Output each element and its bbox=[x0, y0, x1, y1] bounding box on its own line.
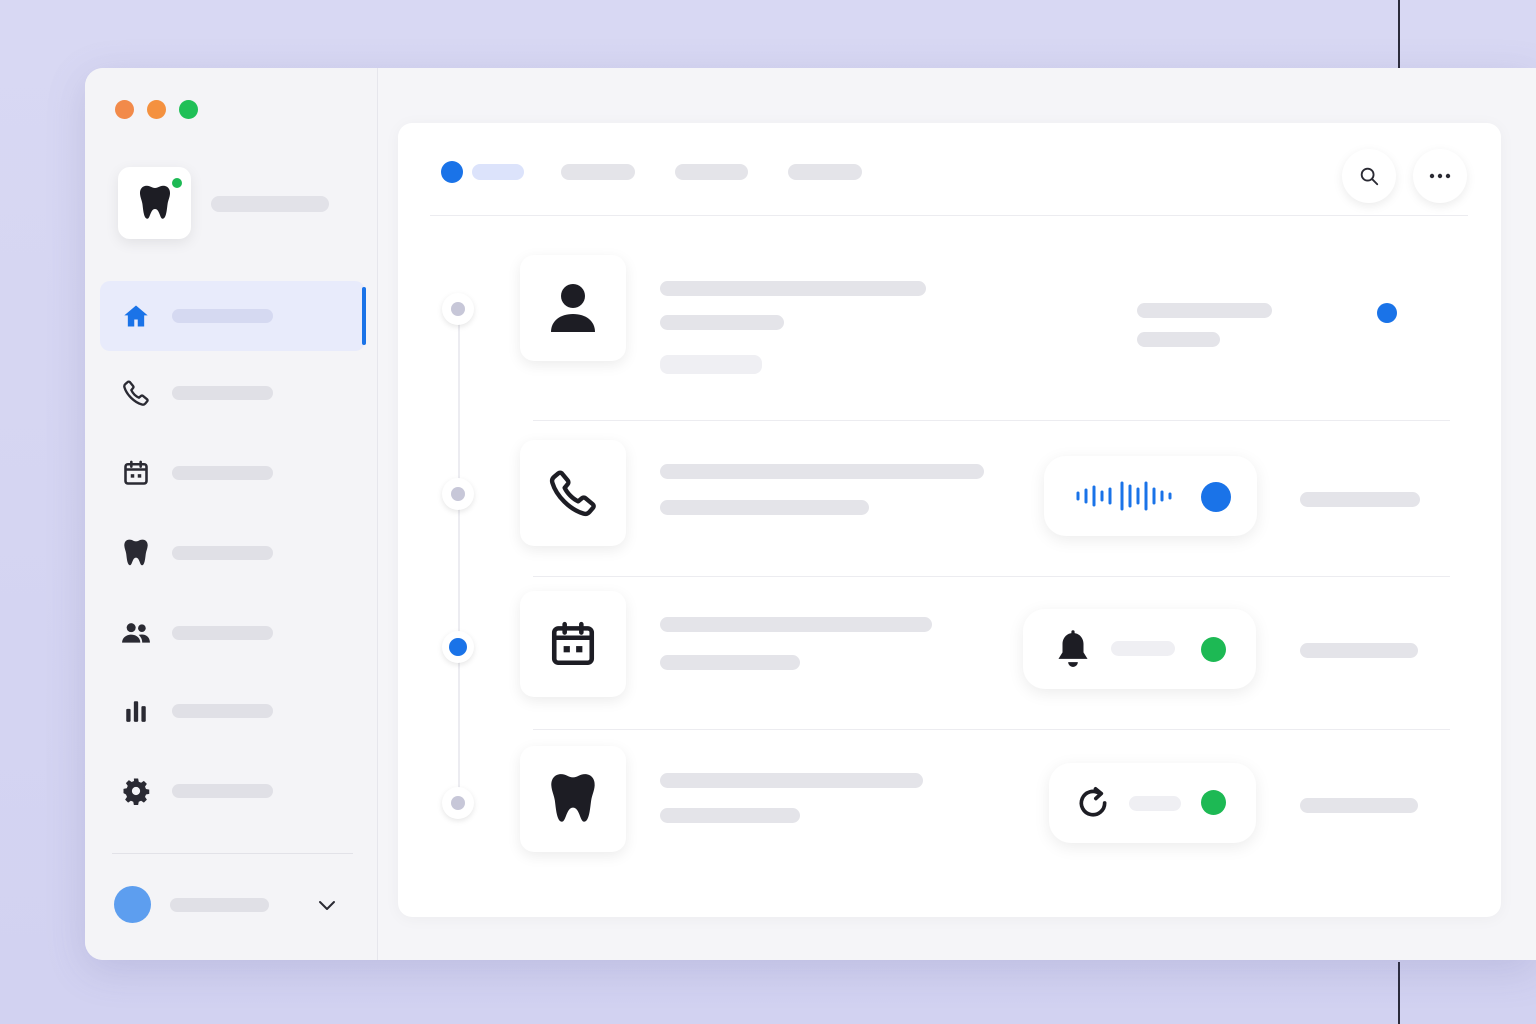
tab-active-dot bbox=[441, 161, 463, 183]
chevron-down-icon[interactable] bbox=[316, 894, 338, 916]
phone-icon bbox=[549, 470, 596, 517]
sidebar-item-label bbox=[172, 784, 273, 798]
background-edge-line bbox=[1398, 962, 1400, 1024]
voice-recording-widget[interactable] bbox=[1044, 456, 1257, 536]
sidebar-item-dental[interactable] bbox=[100, 518, 365, 588]
row-divider bbox=[533, 729, 1450, 730]
tab-3[interactable] bbox=[675, 164, 748, 180]
timeline-node bbox=[442, 293, 474, 325]
tooth-icon bbox=[121, 538, 151, 568]
gear-icon bbox=[121, 776, 151, 806]
window-controls bbox=[115, 100, 198, 119]
text-placeholder bbox=[660, 355, 762, 374]
text-placeholder bbox=[660, 281, 926, 296]
text-placeholder bbox=[1300, 643, 1418, 658]
phone-icon-tile bbox=[520, 440, 626, 546]
sidebar-divider bbox=[112, 853, 353, 854]
user-name-placeholder bbox=[170, 898, 269, 912]
tab-4[interactable] bbox=[788, 164, 862, 180]
sidebar-item-label bbox=[172, 546, 273, 560]
more-options-button[interactable] bbox=[1413, 149, 1467, 203]
tab-2[interactable] bbox=[561, 164, 635, 180]
sidebar-item-label bbox=[172, 704, 273, 718]
background-edge-line bbox=[1398, 0, 1400, 68]
voice-waveform-icon bbox=[1076, 481, 1172, 511]
text-placeholder bbox=[660, 617, 932, 632]
tooth-icon bbox=[139, 185, 170, 219]
more-horizontal-icon bbox=[1429, 173, 1451, 179]
tab-1[interactable] bbox=[472, 164, 524, 180]
text-placeholder bbox=[1129, 796, 1181, 811]
bell-icon bbox=[1058, 630, 1088, 667]
home-icon bbox=[121, 301, 151, 331]
synced-status-dot bbox=[1201, 790, 1226, 815]
text-placeholder bbox=[1300, 492, 1420, 507]
sidebar-item-label bbox=[172, 626, 273, 640]
timeline-item-appointment[interactable] bbox=[398, 581, 1501, 731]
users-icon bbox=[121, 618, 151, 648]
user-profile[interactable] bbox=[100, 878, 365, 932]
calendar-icon bbox=[121, 458, 151, 488]
timeline-item-call[interactable] bbox=[398, 428, 1501, 578]
sidebar-item-home[interactable] bbox=[100, 281, 366, 351]
row-divider bbox=[533, 576, 1450, 577]
person-icon-tile bbox=[520, 255, 626, 361]
text-placeholder bbox=[660, 773, 923, 788]
text-placeholder bbox=[660, 464, 984, 479]
tooth-icon bbox=[551, 774, 595, 822]
text-placeholder bbox=[1111, 641, 1175, 656]
sidebar-item-patients[interactable] bbox=[100, 598, 365, 668]
timeline-node bbox=[442, 787, 474, 819]
calendar-icon bbox=[551, 621, 595, 666]
online-status-dot bbox=[172, 178, 182, 188]
person-icon bbox=[551, 284, 595, 332]
text-placeholder bbox=[1137, 303, 1272, 318]
text-placeholder bbox=[660, 315, 784, 330]
sidebar-item-calendar[interactable] bbox=[100, 438, 365, 508]
search-icon bbox=[1360, 167, 1379, 186]
main-panel bbox=[398, 123, 1501, 917]
timeline-node bbox=[442, 478, 474, 510]
active-indicator bbox=[362, 287, 366, 345]
clinic-name-placeholder bbox=[211, 196, 329, 212]
tooth-icon-tile bbox=[520, 746, 626, 852]
minimize-window-button[interactable] bbox=[147, 100, 166, 119]
sidebar-item-label bbox=[172, 466, 273, 480]
timeline-item-patient[interactable] bbox=[398, 243, 1501, 393]
row-divider bbox=[533, 420, 1450, 421]
calendar-icon-tile bbox=[520, 591, 626, 697]
sidebar-item-reports[interactable] bbox=[100, 676, 365, 746]
bar-chart-icon bbox=[121, 696, 151, 726]
sidebar bbox=[85, 68, 378, 960]
timeline-item-treatment[interactable] bbox=[398, 736, 1501, 886]
recording-status-dot bbox=[1201, 482, 1231, 512]
timeline-node-active bbox=[442, 631, 474, 663]
sidebar-item-calls[interactable] bbox=[100, 358, 365, 428]
sidebar-item-settings[interactable] bbox=[100, 756, 365, 826]
app-logo[interactable] bbox=[118, 167, 191, 239]
top-bar bbox=[398, 123, 1501, 215]
reminder-widget[interactable] bbox=[1023, 609, 1256, 689]
maximize-window-button[interactable] bbox=[179, 100, 198, 119]
text-placeholder bbox=[660, 500, 869, 515]
refresh-icon bbox=[1079, 787, 1107, 817]
phone-icon bbox=[121, 378, 151, 408]
unread-status-dot bbox=[1377, 303, 1397, 323]
text-placeholder bbox=[660, 808, 800, 823]
text-placeholder bbox=[660, 655, 800, 670]
sidebar-item-label bbox=[172, 386, 273, 400]
text-placeholder bbox=[1137, 332, 1220, 347]
sidebar-item-label bbox=[172, 309, 273, 323]
app-window bbox=[85, 68, 1536, 960]
top-bar-divider bbox=[430, 215, 1468, 216]
close-window-button[interactable] bbox=[115, 100, 134, 119]
sync-widget[interactable] bbox=[1049, 763, 1256, 843]
avatar[interactable] bbox=[114, 886, 151, 923]
search-button[interactable] bbox=[1342, 149, 1396, 203]
confirmed-status-dot bbox=[1201, 637, 1226, 662]
text-placeholder bbox=[1300, 798, 1418, 813]
